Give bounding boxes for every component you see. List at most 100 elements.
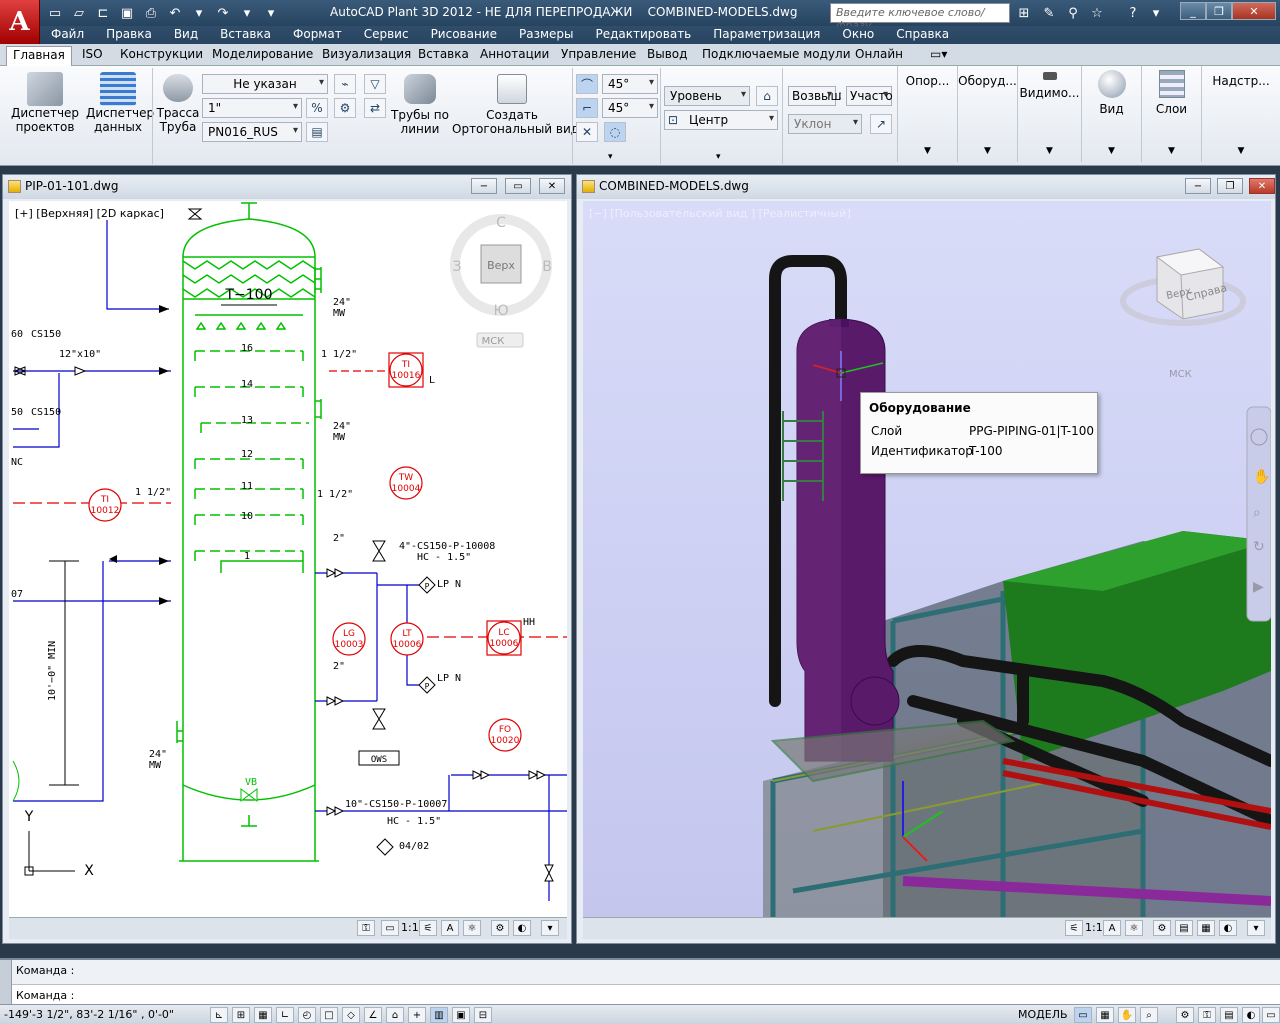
menu-edit[interactable]: Правка	[95, 26, 163, 44]
class-dropdown[interactable]: PN016_RUS	[202, 122, 302, 142]
layout-3d-icon[interactable]: ▦	[1197, 920, 1215, 936]
navigation-bar[interactable]: ✋ ⌕ ↻ ▶	[1246, 406, 1271, 622]
home-level-icon[interactable]: ⌂	[756, 86, 778, 106]
spec-dropdown[interactable]: Не указан	[202, 74, 328, 94]
tab-annotation[interactable]: Аннотации	[480, 47, 549, 61]
panel-expand-icon[interactable]: ▾	[608, 152, 613, 162]
menu-window[interactable]: Окно	[831, 26, 885, 44]
visibility-panel[interactable]: Видимо... ▼	[1017, 66, 1081, 162]
ortho-icon[interactable]: ∟	[276, 1007, 294, 1023]
binoculars-icon[interactable]: ⊞	[1013, 3, 1035, 23]
workspace-switch-icon[interactable]: ⚙	[1176, 1007, 1194, 1023]
model-ucs-label[interactable]: МСК	[1169, 369, 1192, 380]
print-icon[interactable]: ⎙	[140, 3, 162, 23]
project-manager-button[interactable]: Диспетчер проектов	[10, 72, 80, 134]
undo-dropdown-icon[interactable]: ▾	[188, 3, 210, 23]
ribbon-minimize-icon[interactable]: ▭▾	[930, 47, 947, 61]
tab-visualization[interactable]: Визуализация	[322, 47, 411, 61]
minimize-button[interactable]: _	[1180, 2, 1206, 20]
center-dropdown[interactable]: Центр	[664, 110, 778, 130]
dyn-icon[interactable]: +	[408, 1007, 426, 1023]
pid-minimize-button[interactable]: −	[471, 178, 497, 194]
help-dropdown-icon[interactable]: ▾	[1145, 3, 1167, 23]
menu-dimension[interactable]: Размеры	[508, 26, 585, 44]
angle-dropdown-1[interactable]: 45°	[602, 74, 658, 94]
angle-dropdown-2[interactable]: 45°	[602, 98, 658, 118]
bend-icon[interactable]: ⌒	[576, 74, 598, 94]
auto-scale-icon[interactable]: ⚛	[463, 920, 481, 936]
subscription-icon[interactable]: ✎	[1038, 3, 1060, 23]
snap-icon[interactable]: ✕	[576, 122, 598, 142]
command-grip[interactable]	[0, 960, 12, 1004]
status-menu-3d-icon[interactable]: ▾	[1247, 920, 1265, 936]
tab-insert[interactable]: Вставка	[418, 47, 469, 61]
isolate-objects-icon[interactable]: ◐	[1242, 1007, 1260, 1023]
panel-expand-icon-2[interactable]: ▾	[716, 152, 721, 162]
model-space-button[interactable]: МОДЕЛЬ	[1018, 1008, 1068, 1021]
redo-icon[interactable]: ↷	[212, 3, 234, 23]
valve-icon[interactable]: ▽	[364, 74, 386, 94]
pid-canvas[interactable]: Верх С З В Ю МСК T−100 16 14 13 12 11 10…	[9, 201, 567, 917]
menu-parametric[interactable]: Параметризация	[702, 26, 831, 44]
compass-icon[interactable]: ◌	[604, 122, 626, 142]
pid-scale-label[interactable]: 1:1	[401, 921, 419, 934]
help-icon[interactable]: ?	[1122, 3, 1144, 23]
quick-view-drawings-icon[interactable]: ▦	[1096, 1007, 1114, 1023]
annotation-visibility-icon[interactable]: ⚟	[419, 920, 437, 936]
substitute-icon[interactable]: ⇄	[364, 98, 386, 118]
model-restore-button[interactable]: ❐	[1217, 178, 1243, 194]
pid-viewport-label[interactable]: [+] [Верхняя] [2D каркас]	[15, 207, 164, 220]
model-3d-canvas[interactable]: Верх Справа МСК ✋ ⌕ ↻ ▶ [−] [Пользовател…	[583, 201, 1271, 917]
tab-home[interactable]: Главная	[6, 46, 72, 66]
menu-file[interactable]: Файл	[40, 26, 95, 44]
coordinates-readout[interactable]: -149'-3 1/2", 83'-2 1/16" , 0'-0"	[4, 1008, 174, 1021]
open-folder-icon[interactable]: ⊏	[92, 3, 114, 23]
pid-close-button[interactable]: ✕	[539, 178, 565, 194]
percent-icon[interactable]: %	[306, 98, 328, 118]
tab-output[interactable]: Вывод	[647, 47, 687, 61]
menu-modify[interactable]: Редактировать	[585, 26, 703, 44]
menu-help[interactable]: Справка	[885, 26, 960, 44]
tab-iso[interactable]: ISO	[82, 47, 103, 61]
auto-scale-3d-icon[interactable]: ⚛	[1125, 920, 1143, 936]
otrack-icon[interactable]: ∠	[364, 1007, 382, 1023]
restore-button[interactable]: ❐	[1206, 2, 1232, 20]
folder-3d-icon[interactable]: ▤	[1175, 920, 1193, 936]
annotation-scale-3d-icon[interactable]: ⚟	[1065, 920, 1083, 936]
customize-qat-icon[interactable]: ▾	[260, 3, 282, 23]
ducs-icon[interactable]: ⌂	[386, 1007, 404, 1023]
tab-plugins[interactable]: Подключаемые модули	[702, 47, 851, 61]
redo-dropdown-icon[interactable]: ▾	[236, 3, 258, 23]
polar-icon[interactable]: ◴	[298, 1007, 316, 1023]
application-menu-button[interactable]: A	[0, 0, 40, 44]
viewport-scale-icon[interactable]: ▭	[381, 920, 399, 936]
tag-icon[interactable]: ⌁	[334, 74, 356, 94]
menu-draw[interactable]: Рисование	[420, 26, 508, 44]
quick-properties-icon[interactable]: ⊟	[474, 1007, 492, 1023]
clean-screen-icon[interactable]: ▭	[1262, 1007, 1280, 1023]
level-field[interactable]: Уровень	[664, 86, 750, 106]
pid-maximize-button[interactable]: ▭	[505, 178, 531, 194]
tab-modeling[interactable]: Моделирование	[212, 47, 313, 61]
annotation-visibility-3d-icon[interactable]: A	[1103, 920, 1121, 936]
workspace-3d-icon[interactable]: ⚙	[1153, 920, 1171, 936]
section-field[interactable]: Участо	[846, 86, 893, 106]
menu-view[interactable]: Вид	[163, 26, 209, 44]
supports-panel[interactable]: Опор... ▼	[897, 66, 957, 162]
isolate-3d-icon[interactable]: ◐	[1219, 920, 1237, 936]
osnap-icon[interactable]: □	[320, 1007, 338, 1023]
close-button[interactable]: ✕	[1232, 2, 1276, 20]
communication-icon[interactable]: ⚲	[1062, 3, 1084, 23]
quick-view-layouts-icon[interactable]: ▭	[1074, 1007, 1092, 1023]
grid-icon[interactable]: ▦	[254, 1007, 272, 1023]
view-panel[interactable]: Вид ▼	[1081, 66, 1141, 162]
model-viewport-label[interactable]: [−] [Пользовательский вид ] [Реалистичны…	[589, 207, 851, 220]
route-pipe-button[interactable]: Трасса Труба	[156, 74, 200, 134]
3d-osnap-icon[interactable]: ◇	[342, 1007, 360, 1023]
search-input[interactable]: Введите ключевое слово/фразу	[830, 3, 1010, 32]
elbow-icon[interactable]: ⌐	[576, 98, 598, 118]
pan-status-icon[interactable]: ✋	[1118, 1007, 1136, 1023]
tower-t100-3d[interactable]	[796, 318, 900, 762]
isolate-icon[interactable]: ◐	[513, 920, 531, 936]
annotation-scale-icon[interactable]: A	[441, 920, 459, 936]
